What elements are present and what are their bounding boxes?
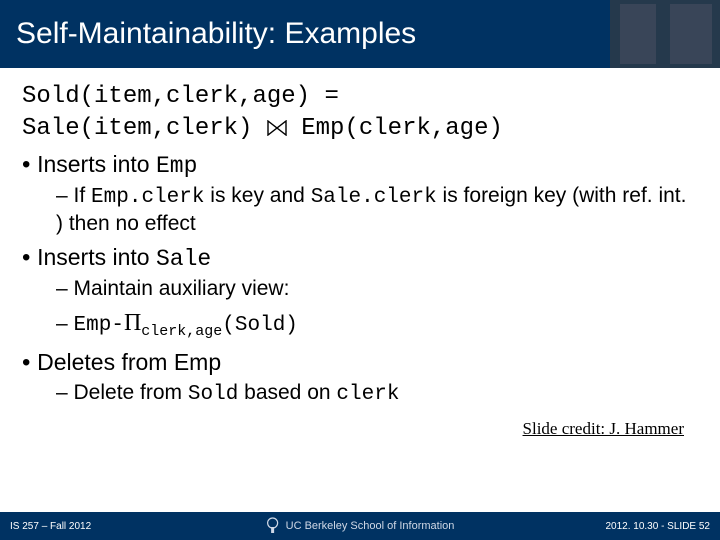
b2-sub1: Maintain auxiliary view: — [56, 276, 698, 302]
eq-left: Sale(item,clerk) — [22, 115, 252, 142]
title-bar: Self-Maintainability: Examples — [0, 0, 720, 68]
equation-line-2: Sale(item,clerk) Emp(clerk,age) — [22, 114, 698, 144]
bullet-inserts-sale: Inserts into Sale Maintain auxiliary vie… — [22, 243, 698, 342]
b2-text: Inserts into — [37, 244, 156, 270]
pi-symbol: Π — [124, 310, 141, 336]
t: clerk,age — [141, 323, 222, 340]
b3-sub: Delete from Sold based on clerk — [56, 380, 698, 408]
equation-line-1: Sold(item,clerk,age) = — [22, 82, 698, 112]
b1-sub-line: If Emp.clerk is key and Sale.clerk is fo… — [56, 184, 686, 235]
b3-sub-line: Delete from Sold based on clerk — [56, 381, 399, 404]
t: If — [74, 184, 92, 207]
footer-center-text: UC Berkeley School of Information — [286, 520, 455, 532]
t: is key and — [204, 184, 310, 207]
b2-sub2: – Emp-Πclerk,age(Sold) — [56, 308, 698, 342]
b2-sub2-line: – Emp-Πclerk,age(Sold) — [56, 312, 298, 335]
footer-bar: IS 257 – Fall 2012 UC Berkeley School of… — [0, 512, 720, 540]
berkeley-icon — [266, 517, 280, 535]
slide-content: Sold(item,clerk,age) = Sale(item,clerk) … — [0, 68, 720, 440]
t: Emp.clerk — [91, 186, 204, 209]
bullet-deletes-emp: Deletes from Emp Delete from Sold based … — [22, 348, 698, 408]
t: Sold — [188, 383, 238, 406]
b2-code: Sale — [156, 246, 211, 272]
t: Sale.clerk — [311, 186, 437, 209]
t: (Sold) — [222, 314, 298, 337]
t: clerk — [336, 383, 399, 406]
join-icon — [267, 120, 287, 136]
b3-text: Deletes from Emp — [37, 349, 221, 375]
t: Delete from — [74, 381, 188, 404]
eq-right: Emp(clerk,age) — [301, 115, 503, 142]
bullet-list: Inserts into Emp If Emp.clerk is key and… — [22, 150, 698, 408]
title-decoration — [610, 0, 720, 68]
b1-sub: If Emp.clerk is key and Sale.clerk is fo… — [56, 183, 698, 238]
bullet-inserts-emp: Inserts into Emp If Emp.clerk is key and… — [22, 150, 698, 237]
b1-code: Emp — [156, 153, 197, 179]
footer-right: 2012. 10.30 - SLIDE 52 — [605, 521, 710, 532]
footer-left: IS 257 – Fall 2012 — [10, 521, 91, 532]
b1-text: Inserts into — [37, 151, 156, 177]
b2-sub1-line: Maintain auxiliary view: — [56, 277, 289, 300]
t: Emp- — [74, 314, 124, 337]
slide-title: Self-Maintainability: Examples — [16, 17, 416, 51]
slide-credit: Slide credit: J. Hammer — [22, 418, 698, 439]
t: based on — [238, 381, 336, 404]
footer-center: UC Berkeley School of Information — [266, 517, 455, 535]
t: Maintain auxiliary view: — [74, 277, 290, 300]
